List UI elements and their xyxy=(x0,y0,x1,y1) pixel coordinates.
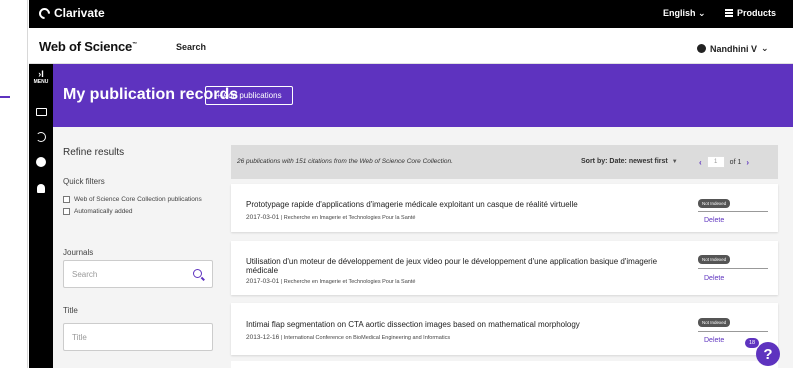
badge-divider xyxy=(698,268,768,269)
folder-icon xyxy=(35,108,47,116)
results-summary: 26 publications with 151 citations from … xyxy=(237,158,453,165)
search-icon[interactable] xyxy=(193,269,202,278)
nav-item-history[interactable] xyxy=(29,132,53,142)
journals-label: Journals xyxy=(63,248,94,257)
menu-icon xyxy=(725,9,733,17)
language-label: English xyxy=(663,8,696,18)
publication-title[interactable]: Utilisation d'un moteur de développement… xyxy=(246,257,691,275)
sort-dropdown[interactable]: Sort by: Date: newest first ▼ xyxy=(581,158,678,165)
products-menu-button[interactable]: Products xyxy=(725,8,776,18)
publication-source: Recherche en Imagerie et Technologies Po… xyxy=(283,279,416,285)
main-content: Refine results Quick filters Web of Scie… xyxy=(53,127,793,368)
expand-menu-icon: ›I xyxy=(38,69,44,79)
publication-card[interactable]: Intimai flap segmentation on CTA aortic … xyxy=(231,303,778,355)
page-total: of 1 xyxy=(729,158,742,166)
publication-date: 2013-12-16 xyxy=(246,334,280,341)
journals-placeholder: Search xyxy=(72,269,98,279)
results-toolbar: 26 publications with 151 citations from … xyxy=(231,145,778,179)
products-label: Products xyxy=(737,8,777,18)
web-of-science-logo[interactable]: Web of Science™ xyxy=(39,39,137,54)
filter-label: Web of Science Core Collection publicati… xyxy=(74,196,202,203)
clarivate-logo-icon xyxy=(36,5,53,21)
next-page-button[interactable]: › xyxy=(746,158,749,167)
publication-meta: 2017-03-01 | Recherche en Imagerie et Te… xyxy=(246,214,416,221)
menu-toggle-button[interactable]: ›I MENU xyxy=(29,69,53,86)
notification-count-badge[interactable]: 18 xyxy=(744,337,760,349)
nav-item-folders[interactable] xyxy=(29,108,53,116)
publication-date: 2017-03-01 xyxy=(246,278,280,285)
title-placeholder: Title xyxy=(72,332,87,342)
chevron-down-icon: ⌄ xyxy=(761,43,769,53)
menu-label: MENU xyxy=(33,79,49,85)
chevron-down-icon: ⌄ xyxy=(698,8,706,18)
title-label: Title xyxy=(63,306,78,315)
title-search-input[interactable]: Title xyxy=(63,323,213,351)
clarivate-logo[interactable]: Clarivate xyxy=(36,5,105,21)
page-banner: My publication records + Add publication… xyxy=(53,64,793,127)
top-bar: Clarivate English ⌄ Products xyxy=(29,0,793,28)
nav-item-alerts[interactable] xyxy=(29,184,53,193)
publication-meta: 2013-12-16 | International Conference on… xyxy=(246,334,451,341)
publication-meta: 2017-03-01 | Recherche en Imagerie et Te… xyxy=(246,278,416,285)
filter-automatically-added[interactable]: Automatically added xyxy=(63,208,133,215)
profile-icon xyxy=(36,157,46,167)
search-link[interactable]: Search xyxy=(176,42,206,52)
filter-core-collection[interactable]: Web of Science Core Collection publicati… xyxy=(63,196,202,203)
publication-title[interactable]: Prototypage rapide d'applications d'imag… xyxy=(246,200,691,209)
not-indexed-badge: Not Indexed xyxy=(698,318,731,327)
history-icon xyxy=(36,132,46,142)
logo-text: Web of Science xyxy=(39,39,133,54)
filter-checkbox[interactable] xyxy=(63,208,70,215)
pagination: ‹ 1 of 1 › xyxy=(699,156,749,168)
previous-page-button[interactable]: ‹ xyxy=(699,158,702,167)
publication-card[interactable]: Prototypage rapide d'applications d'imag… xyxy=(231,184,778,232)
bell-icon xyxy=(37,184,45,193)
badge-divider xyxy=(698,331,768,332)
page-number-input[interactable]: 1 xyxy=(706,156,725,168)
user-name: Nandhini V xyxy=(710,43,757,54)
filter-label: Automatically added xyxy=(74,208,133,215)
publication-title[interactable]: Intimai flap segmentation on CTA aortic … xyxy=(246,320,691,329)
app-window: Clarivate English ⌄ Products Web of Scie… xyxy=(29,0,793,368)
publication-card[interactable]: Utilisation d'un moteur de développement… xyxy=(231,241,778,295)
user-menu[interactable]: Nandhini V ⌄ xyxy=(697,43,769,54)
brand-name: Clarivate xyxy=(54,6,105,20)
question-mark-icon: ? xyxy=(763,345,773,363)
refine-results-title: Refine results xyxy=(63,147,125,158)
user-icon xyxy=(697,44,706,53)
quick-filters-label: Quick filters xyxy=(63,177,105,186)
badge-divider xyxy=(698,211,768,212)
publication-card[interactable] xyxy=(231,361,778,368)
not-indexed-badge: Not Indexed xyxy=(698,255,731,264)
app-header: Web of Science™ Search Nandhini V ⌄ xyxy=(29,28,793,64)
journals-search-input[interactable]: Search xyxy=(63,260,213,288)
language-selector[interactable]: English ⌄ xyxy=(663,8,706,19)
sort-label: Sort by: Date: newest first xyxy=(581,158,668,165)
trademark-mark: ™ xyxy=(132,41,137,48)
delete-button[interactable]: Delete xyxy=(704,337,724,344)
help-button[interactable]: ? xyxy=(756,342,780,366)
left-edge-marker xyxy=(0,96,10,98)
caret-down-icon: ▼ xyxy=(671,159,678,165)
left-edge-panel xyxy=(0,0,28,368)
publication-source: International Conference on BioMedical E… xyxy=(283,335,451,341)
delete-button[interactable]: Delete xyxy=(704,217,724,224)
nav-item-profile[interactable] xyxy=(29,157,53,167)
publication-source: Recherche en Imagerie et Technologies Po… xyxy=(283,215,416,221)
side-navigation: ›I MENU xyxy=(29,64,53,368)
delete-button[interactable]: Delete xyxy=(704,275,724,282)
publication-date: 2017-03-01 xyxy=(246,214,280,221)
add-publications-button[interactable]: + Add publications xyxy=(205,86,293,105)
filter-checkbox[interactable] xyxy=(63,196,70,203)
not-indexed-badge: Not Indexed xyxy=(698,199,731,208)
